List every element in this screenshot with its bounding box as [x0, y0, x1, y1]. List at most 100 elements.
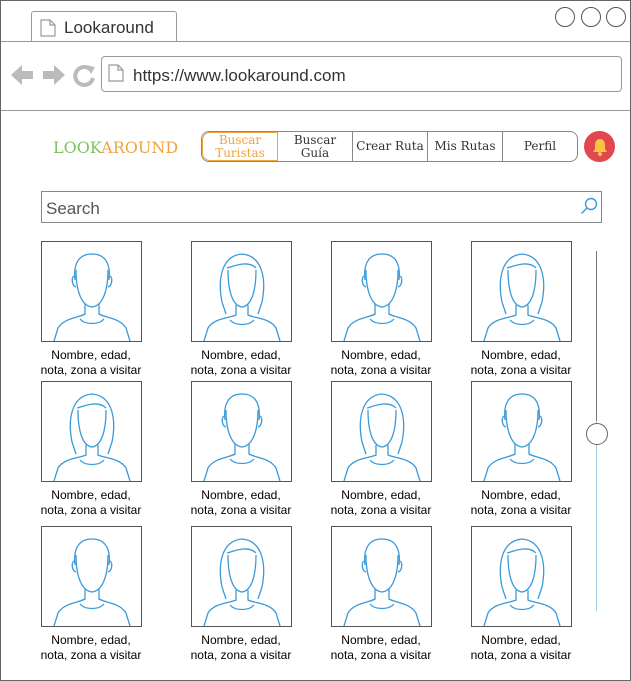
- caption-line-1: Nombre, edad,: [51, 348, 131, 362]
- tourist-photo[interactable]: [331, 526, 432, 627]
- tourist-card[interactable]: Nombre, edad, nota, zona a visitar: [471, 241, 572, 378]
- caption-line-2: nota, zona a visitar: [40, 363, 142, 377]
- caption-line-1: Nombre, edad,: [481, 633, 561, 647]
- logo-text-around: AROUND: [101, 138, 179, 157]
- caption-line-2: nota, zona a visitar: [470, 648, 572, 662]
- tourist-photo[interactable]: [41, 241, 142, 342]
- forward-arrow-icon[interactable]: [43, 65, 65, 85]
- tourist-photo[interactable]: [471, 381, 572, 482]
- caption-line-2: nota, zona a visitar: [470, 503, 572, 517]
- caption-line-2: nota, zona a visitar: [330, 648, 432, 662]
- caption-line-2: nota, zona a visitar: [330, 503, 432, 517]
- tourist-caption: Nombre, edad, nota, zona a visitar: [21, 488, 161, 518]
- tourist-caption: Nombre, edad, nota, zona a visitar: [451, 633, 591, 663]
- tourist-photo[interactable]: [191, 526, 292, 627]
- tourist-caption: Nombre, edad, nota, zona a visitar: [311, 488, 451, 518]
- tab-title: Lookaround: [64, 18, 154, 37]
- male-avatar-icon: [483, 393, 561, 481]
- tourist-caption: Nombre, edad, nota, zona a visitar: [171, 348, 311, 378]
- caption-line-2: nota, zona a visitar: [190, 503, 292, 517]
- search-input[interactable]: Search: [41, 191, 602, 223]
- nav-buscar-turistas[interactable]: Buscar Turistas: [202, 132, 278, 161]
- female-avatar-icon: [483, 253, 561, 341]
- male-avatar-icon: [343, 253, 421, 341]
- female-avatar-icon: [343, 393, 421, 481]
- tourist-photo[interactable]: [471, 241, 572, 342]
- male-avatar-icon: [343, 538, 421, 626]
- caption-line-1: Nombre, edad,: [51, 488, 131, 502]
- tourist-card[interactable]: Nombre, edad, nota, zona a visitar: [41, 241, 142, 378]
- tourist-caption: Nombre, edad, nota, zona a visitar: [171, 488, 311, 518]
- page-icon: [40, 19, 56, 37]
- female-avatar-icon: [203, 538, 281, 626]
- navigation-controls: [11, 64, 95, 87]
- title-bar: Lookaround: [1, 1, 630, 42]
- caption-line-2: nota, zona a visitar: [40, 648, 142, 662]
- address-bar[interactable]: https://www.lookaround.com: [101, 56, 622, 92]
- tourist-card[interactable]: Nombre, edad, nota, zona a visitar: [471, 381, 572, 518]
- caption-line-1: Nombre, edad,: [341, 488, 421, 502]
- tourist-caption: Nombre, edad, nota, zona a visitar: [21, 348, 161, 378]
- nav-buscar-guia[interactable]: Buscar Guía: [278, 132, 353, 161]
- main-nav: Buscar Turistas Buscar Guía Crear Ruta M…: [201, 131, 578, 162]
- tourist-photo[interactable]: [331, 241, 432, 342]
- tourist-card[interactable]: Nombre, edad, nota, zona a visitar: [41, 526, 142, 663]
- caption-line-1: Nombre, edad,: [481, 488, 561, 502]
- reload-icon[interactable]: [73, 64, 95, 87]
- caption-line-2: nota, zona a visitar: [470, 363, 572, 377]
- female-avatar-icon: [203, 253, 281, 341]
- tourist-photo[interactable]: [41, 526, 142, 627]
- browser-window: Lookaround https://www.lookaround.com LO…: [0, 0, 631, 681]
- caption-line-1: Nombre, edad,: [201, 488, 281, 502]
- scrollbar-thumb[interactable]: [586, 423, 608, 445]
- tab-divider: [1, 41, 630, 42]
- tourist-card[interactable]: Nombre, edad, nota, zona a visitar: [331, 526, 432, 663]
- tourist-photo[interactable]: [331, 381, 432, 482]
- caption-line-2: nota, zona a visitar: [190, 648, 292, 662]
- browser-tab[interactable]: Lookaround: [31, 11, 177, 42]
- nav-perfil[interactable]: Perfil: [503, 132, 577, 161]
- caption-line-2: nota, zona a visitar: [330, 363, 432, 377]
- nav-crear-ruta[interactable]: Crear Ruta: [353, 132, 428, 161]
- tourist-caption: Nombre, edad, nota, zona a visitar: [311, 633, 451, 663]
- tourist-card[interactable]: Nombre, edad, nota, zona a visitar: [191, 381, 292, 518]
- caption-line-2: nota, zona a visitar: [190, 363, 292, 377]
- tourist-caption: Nombre, edad, nota, zona a visitar: [171, 633, 311, 663]
- site-logo[interactable]: LOOKAROUND: [53, 138, 178, 157]
- back-arrow-icon[interactable]: [11, 65, 33, 85]
- tourist-photo[interactable]: [471, 526, 572, 627]
- caption-line-1: Nombre, edad,: [201, 633, 281, 647]
- tourist-caption: Nombre, edad, nota, zona a visitar: [451, 488, 591, 518]
- tourist-card[interactable]: Nombre, edad, nota, zona a visitar: [471, 526, 572, 663]
- tourist-card[interactable]: Nombre, edad, nota, zona a visitar: [331, 381, 432, 518]
- tourist-card[interactable]: Nombre, edad, nota, zona a visitar: [191, 526, 292, 663]
- scrollbar-track-filled: [596, 251, 597, 421]
- page-icon: [108, 64, 124, 82]
- tourist-photo[interactable]: [191, 241, 292, 342]
- nav-mis-rutas[interactable]: Mis Rutas: [428, 132, 503, 161]
- tourist-card[interactable]: Nombre, edad, nota, zona a visitar: [191, 241, 292, 378]
- maximize-button[interactable]: [581, 7, 601, 27]
- caption-line-2: nota, zona a visitar: [40, 503, 142, 517]
- tourist-caption: Nombre, edad, nota, zona a visitar: [21, 633, 161, 663]
- url-text: https://www.lookaround.com: [133, 66, 346, 85]
- tourist-caption: Nombre, edad, nota, zona a visitar: [451, 348, 591, 378]
- toolbar-divider: [1, 110, 630, 111]
- caption-line-1: Nombre, edad,: [201, 348, 281, 362]
- notifications-button[interactable]: [584, 131, 615, 162]
- female-avatar-icon: [483, 538, 561, 626]
- search-icon[interactable]: [580, 197, 598, 215]
- tourist-card[interactable]: Nombre, edad, nota, zona a visitar: [41, 381, 142, 518]
- caption-line-1: Nombre, edad,: [341, 348, 421, 362]
- tourist-photo[interactable]: [191, 381, 292, 482]
- bell-icon: [592, 138, 607, 156]
- logo-text-look: LOOK: [53, 138, 102, 157]
- tourist-card[interactable]: Nombre, edad, nota, zona a visitar: [331, 241, 432, 378]
- tourist-caption: Nombre, edad, nota, zona a visitar: [311, 348, 451, 378]
- minimize-button[interactable]: [555, 7, 575, 27]
- male-avatar-icon: [53, 538, 131, 626]
- tourist-photo[interactable]: [41, 381, 142, 482]
- female-avatar-icon: [53, 393, 131, 481]
- caption-line-1: Nombre, edad,: [341, 633, 421, 647]
- close-button[interactable]: [606, 7, 626, 27]
